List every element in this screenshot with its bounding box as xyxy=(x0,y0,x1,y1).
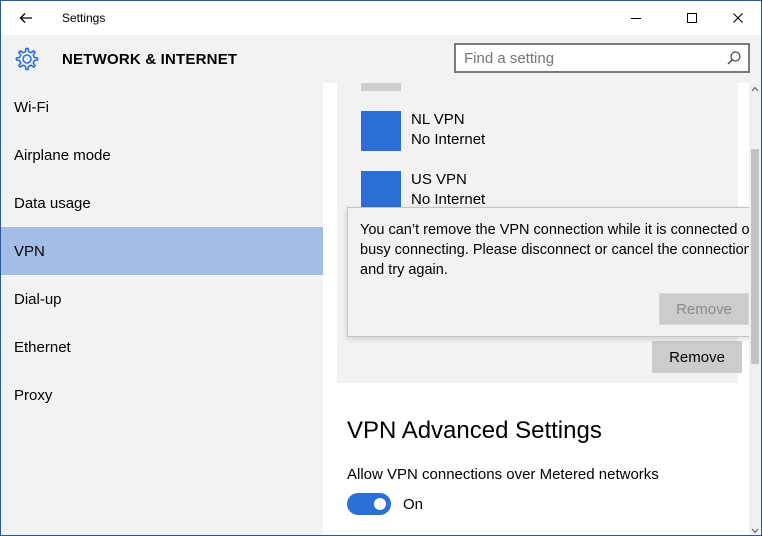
vpn-name: US VPN xyxy=(411,171,467,188)
page-title: NETWORK & INTERNET xyxy=(62,51,238,68)
flyout-message: You can’t remove the VPN connection whil… xyxy=(360,222,755,278)
chevron-down-icon xyxy=(751,528,759,534)
sidebar-item-wifi[interactable]: Wi-Fi xyxy=(1,83,323,131)
gear-icon xyxy=(15,47,39,71)
flyout-remove-button: Remove xyxy=(659,293,749,325)
search-box[interactable] xyxy=(454,43,750,73)
back-button[interactable] xyxy=(9,5,43,31)
chevron-up-icon xyxy=(751,86,759,92)
window-title: Settings xyxy=(62,11,106,25)
vpn-connection-icon xyxy=(361,171,401,211)
vpn-connection-icon xyxy=(361,111,401,151)
sidebar-item-vpn[interactable]: VPN xyxy=(1,227,323,275)
vpn-list-item[interactable]: NL VPN No Internet xyxy=(361,111,721,151)
minimize-icon xyxy=(631,18,641,19)
vpn-tile-partial xyxy=(361,83,401,91)
scroll-up-button[interactable] xyxy=(749,83,761,95)
toggle-state-label: On xyxy=(403,496,424,513)
toggle-knob xyxy=(374,498,386,510)
sidebar: Wi-Fi Airplane mode Data usage VPN Dial-… xyxy=(1,83,323,535)
content-scrollbar[interactable] xyxy=(749,83,761,535)
maximize-button[interactable] xyxy=(669,1,715,35)
vpn-list-item[interactable]: US VPN No Internet xyxy=(361,171,721,211)
minimize-button[interactable] xyxy=(613,1,659,35)
title-bar: Settings xyxy=(1,1,761,35)
metered-networks-label: Allow VPN connections over Metered netwo… xyxy=(347,466,659,483)
search-icon[interactable] xyxy=(726,50,742,66)
sidebar-item-proxy[interactable]: Proxy xyxy=(1,371,323,419)
metered-networks-toggle[interactable] xyxy=(347,493,391,515)
vpn-status: No Internet xyxy=(411,131,486,148)
remove-button[interactable]: Remove xyxy=(652,341,742,373)
search-input[interactable] xyxy=(464,49,714,67)
scroll-down-button[interactable] xyxy=(749,525,761,535)
close-icon xyxy=(733,13,743,23)
back-arrow-icon xyxy=(19,13,32,23)
sidebar-item-ethernet[interactable]: Ethernet xyxy=(1,323,323,371)
sidebar-item-data-usage[interactable]: Data usage xyxy=(1,179,323,227)
settings-window: Settings NETWORK & INTERNET Wi xyxy=(0,0,762,536)
vpn-status: No Internet xyxy=(411,191,486,208)
sidebar-item-airplane-mode[interactable]: Airplane mode xyxy=(1,131,323,179)
maximize-icon xyxy=(687,13,697,23)
sidebar-item-dial-up[interactable]: Dial-up xyxy=(1,275,323,323)
advanced-settings-title: VPN Advanced Settings xyxy=(347,417,602,444)
remove-error-flyout: You can’t remove the VPN connection whil… xyxy=(347,207,761,337)
vpn-name: NL VPN xyxy=(411,111,465,128)
close-button[interactable] xyxy=(715,1,761,35)
page-header: NETWORK & INTERNET xyxy=(1,35,761,83)
scroll-thumb[interactable] xyxy=(751,149,759,364)
